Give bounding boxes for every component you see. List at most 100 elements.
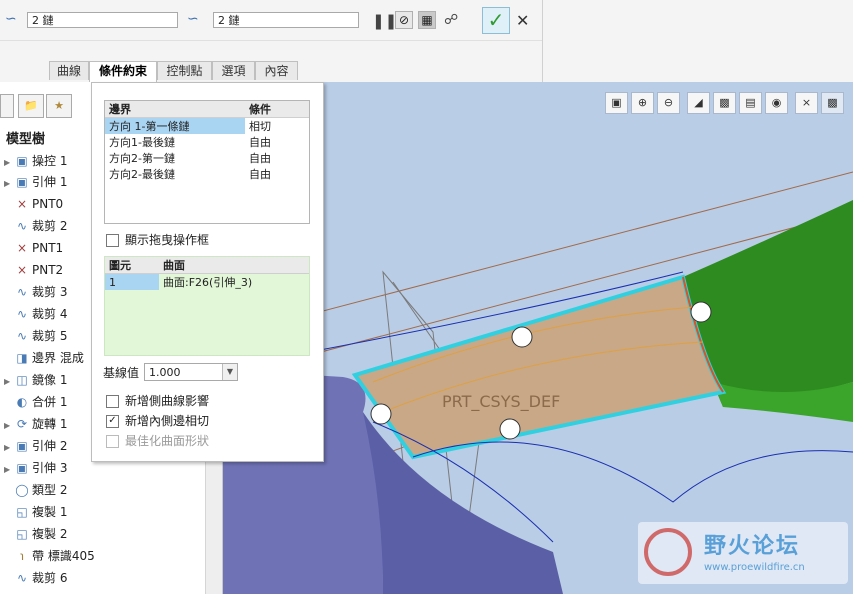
tree-item[interactable]: × PNT1	[4, 238, 63, 258]
boundary-condition[interactable]: 自由	[245, 166, 309, 182]
element-id[interactable]: 1	[105, 273, 159, 290]
refit-icon[interactable]: ▣	[605, 92, 628, 114]
optimize-surface-option: 最佳化曲面形狀	[106, 432, 209, 449]
tree-item[interactable]: ◱ 複製 2	[4, 524, 67, 544]
boundary-name[interactable]: 方向1-最後鏈	[105, 134, 245, 150]
tree-item-label: 帶 標識405	[32, 549, 95, 563]
tree-item[interactable]: ∿ 裁剪 3	[4, 282, 67, 302]
pause-icon[interactable]: ❚❚	[372, 12, 397, 30]
expand-arrow-icon[interactable]: ▶	[4, 460, 14, 480]
saved-views-icon[interactable]: ▤	[739, 92, 762, 114]
table-row[interactable]: 方向2-最後鏈 自由	[105, 166, 309, 182]
copy-icon: ◱	[16, 527, 28, 541]
no-preview-icon[interactable]: ⊘	[395, 11, 413, 29]
boundary-name[interactable]: 方向2-第一鏈	[105, 150, 245, 166]
folder-icon[interactable]: 📁	[18, 94, 44, 118]
option-label: 最佳化曲面形狀	[125, 434, 210, 448]
extrude-icon: ▣	[16, 439, 28, 453]
datum-point-icon: ×	[16, 241, 28, 255]
tree-item[interactable]: ◨ 邊界 混成	[4, 348, 84, 368]
datum-display-icon[interactable]: ×	[795, 92, 818, 114]
mesh-preview-icon[interactable]: ▦	[418, 11, 436, 29]
tree-item[interactable]: ▶ ▣ 引伸 3	[4, 458, 67, 478]
tree-item[interactable]: ◱ 複製 1	[4, 502, 67, 522]
csys-label: PRT_CSYS_DEF	[442, 392, 561, 411]
merge-icon: ◐	[16, 395, 28, 409]
tree-item[interactable]: ▶ ◫ 鏡像 1	[4, 370, 67, 390]
trim-icon: ∿	[16, 219, 28, 233]
tree-item-label: 邊界 混成	[32, 351, 84, 365]
tree-item-label: PNT2	[32, 263, 64, 277]
tree-item[interactable]: × PNT0	[4, 194, 63, 214]
tab-curves[interactable]: 曲線	[49, 61, 89, 80]
tree-item-label: 裁剪 3	[32, 285, 68, 299]
trim-icon: ∿	[16, 285, 28, 299]
expand-arrow-icon[interactable]: ▶	[4, 153, 14, 173]
confirm-checkmark-icon[interactable]: ✓	[482, 7, 510, 34]
shading-icon[interactable]: ▩	[713, 92, 736, 114]
boundary-name[interactable]: 方向2-最後鏈	[105, 166, 245, 182]
stretch-value-input[interactable]: 1.000 ▼	[144, 363, 238, 381]
chain-2-field[interactable]: 2 鏈	[213, 12, 359, 28]
tree-item[interactable]: ◯ 類型 2	[4, 480, 67, 500]
expand-arrow-icon[interactable]: ▶	[4, 372, 14, 392]
tree-item-label: PNT1	[32, 241, 64, 255]
boundary-condition[interactable]: 相切	[245, 118, 309, 135]
cancel-x-icon[interactable]: ✕	[516, 11, 529, 30]
tree-item[interactable]: ▶ ▣ 操控 1	[4, 151, 67, 171]
tree-item-label: 裁剪 2	[32, 219, 68, 233]
favorites-icon[interactable]: ★	[46, 94, 72, 118]
tree-item[interactable]: ∿ 裁剪 6	[4, 568, 67, 588]
expand-arrow-icon[interactable]: ▶	[4, 174, 14, 194]
tree-item[interactable]: ▶ ⟳ 旋轉 1	[4, 414, 67, 434]
boundary-condition[interactable]: 自由	[245, 150, 309, 166]
copy-icon: ◱	[16, 505, 28, 519]
tree-item-label: 裁剪 6	[32, 571, 68, 585]
zoom-in-icon[interactable]: ⊕	[631, 92, 654, 114]
boundary-condition[interactable]: 自由	[245, 134, 309, 150]
display-style-icon[interactable]: ▩	[821, 92, 844, 114]
extrude-icon: ▣	[16, 461, 28, 475]
camera-icon[interactable]: ◉	[765, 92, 788, 114]
table-row[interactable]: 1 曲面:F26(引伸_3)	[105, 273, 309, 291]
tree-item[interactable]: ◐ 合併 1	[4, 392, 68, 412]
add-side-curve-option[interactable]: 新增側曲線影響	[106, 392, 209, 409]
tree-item-label: 複製 2	[32, 527, 68, 541]
checkbox-checked[interactable]: ✓	[106, 415, 119, 428]
tree-item[interactable]: ▶ ▣ 引伸 1	[4, 172, 67, 192]
watermark: 野火论坛 www.proewildfire.cn	[638, 522, 848, 584]
expand-arrow-icon[interactable]: ▶	[4, 438, 14, 458]
tab-properties[interactable]: 內容	[255, 61, 298, 80]
tab-options[interactable]: 選項	[212, 61, 255, 80]
chain-1-field[interactable]: 2 鏈	[27, 12, 178, 28]
dropdown-arrow-icon[interactable]: ▼	[222, 364, 237, 380]
surface-ref[interactable]: 曲面:F26(引伸_3)	[159, 274, 309, 291]
tree-item[interactable]: ∿ 裁剪 5	[4, 326, 67, 346]
constraints-panel: 邊界 條件 方向 1-第一條鏈 相切 方向1-最後鏈 自由 方向2-第一鏈 自由…	[91, 82, 324, 462]
zoom-out-icon[interactable]: ⊖	[657, 92, 680, 114]
add-inner-tangent-option[interactable]: ✓ 新增內側邊相切	[106, 412, 209, 429]
tree-item[interactable]: ∿ 裁剪 4	[4, 304, 67, 324]
tab-constraints[interactable]: 條件約束	[89, 61, 157, 82]
tree-tab-icon[interactable]	[0, 94, 14, 118]
tree-item[interactable]: ℩ 帶 標識405	[4, 546, 95, 566]
glasses-icon[interactable]: ☍	[444, 12, 458, 28]
boundary-name[interactable]: 方向 1-第一條鏈	[105, 117, 245, 134]
option-label: 顯示拖曳操作框	[125, 233, 210, 247]
tree-item-label: 類型 2	[32, 483, 68, 497]
checkbox[interactable]	[106, 395, 119, 408]
revolve-icon: ⟳	[16, 417, 28, 431]
trim-icon: ∿	[16, 571, 28, 585]
tree-item[interactable]: ∿ 裁剪 2	[4, 216, 67, 236]
tree-item[interactable]: × PNT2	[4, 260, 63, 280]
tab-control-points[interactable]: 控制點	[157, 61, 212, 80]
table-row[interactable]: 方向2-第一鏈 自由	[105, 150, 309, 166]
table-row[interactable]: 方向 1-第一條鏈 相切	[105, 117, 309, 135]
repaint-icon[interactable]: ◢	[687, 92, 710, 114]
option-label: 新增內側邊相切	[125, 414, 210, 428]
checkbox[interactable]	[106, 234, 119, 247]
expand-arrow-icon[interactable]: ▶	[4, 416, 14, 436]
tree-item[interactable]: ▶ ▣ 引伸 2	[4, 436, 67, 456]
table-row[interactable]: 方向1-最後鏈 自由	[105, 134, 309, 150]
show-drag-handles-option[interactable]: 顯示拖曳操作框	[106, 231, 209, 248]
